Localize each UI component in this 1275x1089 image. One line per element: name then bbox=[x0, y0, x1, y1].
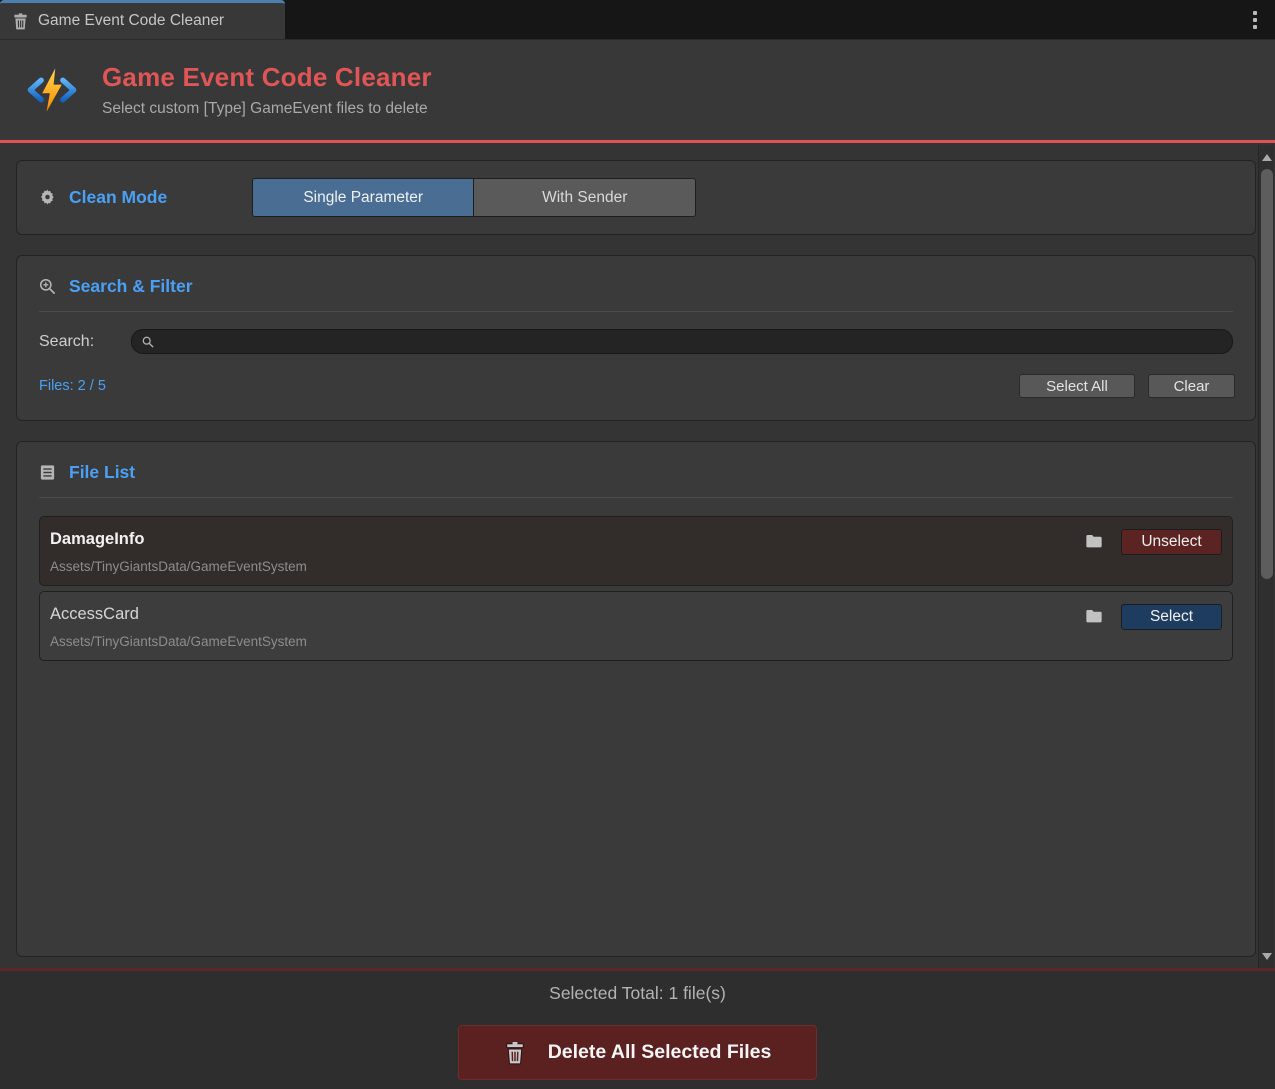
code-brackets-lightning-icon bbox=[26, 64, 78, 116]
file-list-rows: DamageInfo Assets/TinyGiantsData/GameEve… bbox=[17, 498, 1255, 661]
main-content: Clean Mode Single ParameterWith Sender S… bbox=[0, 143, 1275, 971]
scrollbar-up-arrow-icon[interactable] bbox=[1259, 147, 1275, 167]
file-list-icon bbox=[39, 464, 56, 481]
folder-icon bbox=[1085, 532, 1103, 550]
folder-icon bbox=[1085, 607, 1103, 625]
scrollbar-thumb[interactable] bbox=[1261, 169, 1273, 579]
window-menu-icon[interactable] bbox=[1235, 0, 1275, 39]
gear-icon bbox=[39, 189, 56, 206]
search-field[interactable] bbox=[131, 329, 1233, 354]
vertical-scrollbar[interactable] bbox=[1258, 145, 1274, 968]
zoom-in-icon bbox=[39, 278, 56, 295]
clean-mode-section: Clean Mode Single ParameterWith Sender bbox=[16, 160, 1256, 235]
clean-mode-label: Clean Mode bbox=[69, 187, 167, 208]
game-event-code-cleaner-window: Game Event Code Cleaner Game Event Code … bbox=[0, 0, 1275, 1089]
file-action-button[interactable]: Select bbox=[1121, 604, 1222, 630]
search-icon bbox=[142, 336, 154, 348]
selected-total-text: Selected Total: 1 file(s) bbox=[549, 983, 726, 1004]
file-action-button[interactable]: Unselect bbox=[1121, 529, 1222, 555]
file-path: Assets/TinyGiantsData/GameEventSystem bbox=[50, 634, 1085, 649]
file-row[interactable]: DamageInfo Assets/TinyGiantsData/GameEve… bbox=[39, 516, 1233, 586]
search-label: Search: bbox=[39, 333, 131, 351]
file-name: AccessCard bbox=[50, 605, 1085, 624]
tab-bar: Game Event Code Cleaner bbox=[0, 0, 1275, 40]
file-name: DamageInfo bbox=[50, 530, 1085, 549]
delete-all-selected-label: Delete All Selected Files bbox=[548, 1041, 772, 1064]
search-filter-section: Search & Filter Search: Files: 2 / 5 Sel… bbox=[16, 255, 1256, 421]
clean-mode-option-single-parameter[interactable]: Single Parameter bbox=[252, 178, 474, 217]
file-row[interactable]: AccessCard Assets/TinyGiantsData/GameEve… bbox=[39, 591, 1233, 661]
clear-button[interactable]: Clear bbox=[1148, 374, 1235, 398]
clean-mode-toggle: Single ParameterWith Sender bbox=[252, 178, 696, 217]
file-list-section: File List DamageInfo Assets/TinyGiantsDa… bbox=[16, 441, 1256, 957]
page-title: Game Event Code Cleaner bbox=[102, 62, 432, 93]
clean-mode-option-with-sender[interactable]: With Sender bbox=[474, 178, 696, 217]
footer: Selected Total: 1 file(s) Delete All Sel… bbox=[0, 971, 1275, 1089]
search-filter-title: Search & Filter bbox=[69, 276, 193, 297]
tab-label: Game Event Code Cleaner bbox=[38, 12, 224, 30]
tab-game-event-code-cleaner[interactable]: Game Event Code Cleaner bbox=[0, 0, 285, 39]
file-path: Assets/TinyGiantsData/GameEventSystem bbox=[50, 559, 1085, 574]
delete-all-selected-button[interactable]: Delete All Selected Files bbox=[458, 1025, 817, 1080]
search-input[interactable] bbox=[161, 334, 1222, 350]
trash-icon bbox=[504, 1041, 526, 1065]
page-subtitle: Select custom [Type] GameEvent files to … bbox=[102, 100, 432, 118]
header: Game Event Code Cleaner Select custom [T… bbox=[0, 40, 1275, 143]
file-list-title: File List bbox=[69, 462, 135, 483]
select-all-button[interactable]: Select All bbox=[1019, 374, 1135, 398]
files-count: Files: 2 / 5 bbox=[39, 378, 1019, 394]
trash-icon bbox=[12, 13, 29, 30]
scrollbar-down-arrow-icon[interactable] bbox=[1259, 946, 1275, 966]
